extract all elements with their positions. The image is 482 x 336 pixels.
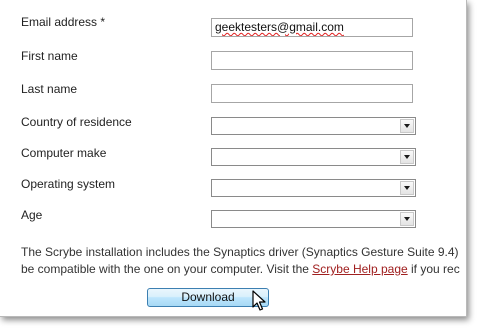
computer-make-select[interactable] [211,148,416,166]
download-button[interactable]: Download [147,288,269,307]
last-name-label: Last name [21,82,78,96]
chevron-down-icon[interactable] [400,212,414,226]
age-label: Age [21,208,43,222]
country-select[interactable] [211,117,416,135]
info-text-prefix: be compatible with the one on your compu… [21,262,313,276]
email-field[interactable]: geektesters@gmail.com [211,18,413,37]
computer-make-label: Computer make [21,146,107,160]
operating-system-label: Operating system [21,177,116,191]
email-value: geektesters@gmail.com [215,20,344,34]
chevron-down-icon[interactable] [400,150,414,164]
first-name-label: First name [21,49,78,63]
info-text-line-1: The Scrybe installation includes the Syn… [21,245,459,259]
scrybe-help-link[interactable]: Scrybe Help page [312,262,407,276]
age-select[interactable] [211,210,416,228]
operating-system-select[interactable] [211,179,416,197]
mouse-pointer-icon [252,290,266,311]
info-text-suffix: if you rec [407,262,460,276]
chevron-down-icon[interactable] [400,181,414,195]
registration-form-panel: Email address * geektesters@gmail.com Fi… [0,0,467,317]
last-name-field[interactable] [211,84,413,103]
info-text-line-2: be compatible with the one on your compu… [21,262,460,276]
first-name-field[interactable] [211,51,413,70]
country-label: Country of residence [21,115,132,129]
email-label: Email address * [21,15,106,29]
chevron-down-icon[interactable] [400,119,414,133]
